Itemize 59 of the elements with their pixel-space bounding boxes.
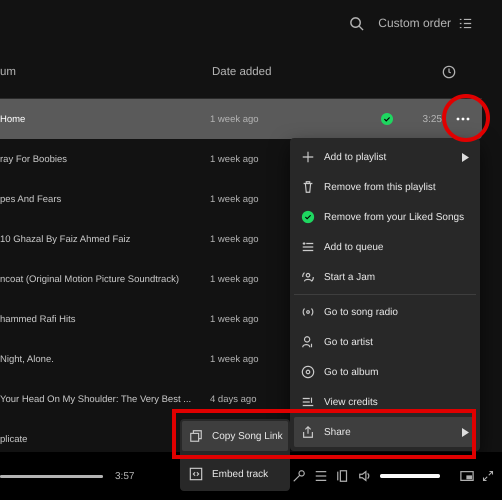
track-title: 10 Ghazal By Faiz Ahmed Faiz	[0, 234, 130, 244]
menu-item[interactable]: Go to artist	[294, 327, 476, 357]
track-title: ncoat (Original Motion Picture Soundtrack)	[0, 274, 179, 284]
menu-item[interactable]: View credits	[294, 387, 476, 417]
menu-item[interactable]: Add to queue	[294, 232, 476, 262]
volume-slider[interactable]	[380, 474, 440, 478]
trash-icon	[301, 180, 315, 194]
date-added: 1 week ago	[210, 234, 259, 244]
highlight-circle	[442, 94, 490, 142]
menu-item[interactable]: Copy Song Link	[182, 421, 288, 451]
track-duration: 3:57	[115, 470, 134, 482]
mini-player-icon[interactable]	[460, 469, 474, 483]
track-title: Your Head On My Shoulder: The Very Best ...	[0, 394, 192, 404]
copy-icon	[189, 429, 203, 443]
clock-icon	[442, 65, 456, 79]
menu-item[interactable]: Add to playlist	[294, 142, 476, 172]
queue-icon	[301, 240, 315, 254]
disc-icon	[301, 365, 315, 379]
menu-item[interactable]: Go to song radio	[294, 297, 476, 327]
menu-item[interactable]: Go to album	[294, 357, 476, 387]
check-circle-icon	[301, 210, 315, 224]
column-header[interactable]: um	[0, 66, 212, 78]
check-circle-icon[interactable]	[380, 113, 393, 125]
microphone-icon[interactable]	[292, 469, 306, 483]
search-icon[interactable]	[349, 16, 364, 30]
track-title: Night, Alone.	[0, 354, 54, 364]
track-title: hammed Rafi Hits	[0, 314, 76, 324]
track-title: plicate	[0, 434, 28, 444]
sort-button[interactable]: Custom order	[378, 16, 472, 30]
device-icon[interactable]	[336, 469, 350, 483]
people-icon	[301, 270, 315, 284]
date-added: 1 week ago	[210, 314, 259, 324]
track-title: ray For Boobies	[0, 154, 68, 164]
date-added: 1 week ago	[210, 114, 259, 124]
menu-item[interactable]: Remove from this playlist	[294, 172, 476, 202]
share-icon	[301, 425, 315, 439]
person-icon	[301, 335, 315, 349]
date-added: 1 week ago	[210, 194, 259, 204]
credits-icon	[301, 395, 315, 409]
queue-icon[interactable]	[314, 469, 328, 483]
date-added: 1 week ago	[210, 274, 259, 284]
column-header[interactable]: Date added	[212, 66, 422, 78]
fullscreen-icon[interactable]	[482, 470, 494, 482]
list-icon	[459, 16, 472, 30]
track-duration: 3:25	[422, 114, 442, 124]
menu-item[interactable]: Embed track	[182, 459, 288, 489]
progress-bar[interactable]	[0, 474, 103, 478]
menu-item[interactable]: Remove from your Liked Songs	[294, 202, 476, 232]
track-row[interactable]: Home 1 week ago 3:25	[0, 99, 482, 139]
track-title: pes And Fears	[0, 194, 62, 204]
track-title: Home	[0, 114, 26, 124]
date-added: 1 week ago	[210, 354, 259, 364]
code-icon	[189, 467, 203, 481]
date-added: 4 days ago	[210, 394, 256, 404]
date-added: 1 week ago	[210, 154, 259, 164]
plus-icon	[301, 150, 315, 164]
more-icon[interactable]	[456, 117, 470, 121]
menu-item[interactable]: Start a Jam	[294, 262, 476, 292]
volume-icon[interactable]	[358, 469, 372, 483]
